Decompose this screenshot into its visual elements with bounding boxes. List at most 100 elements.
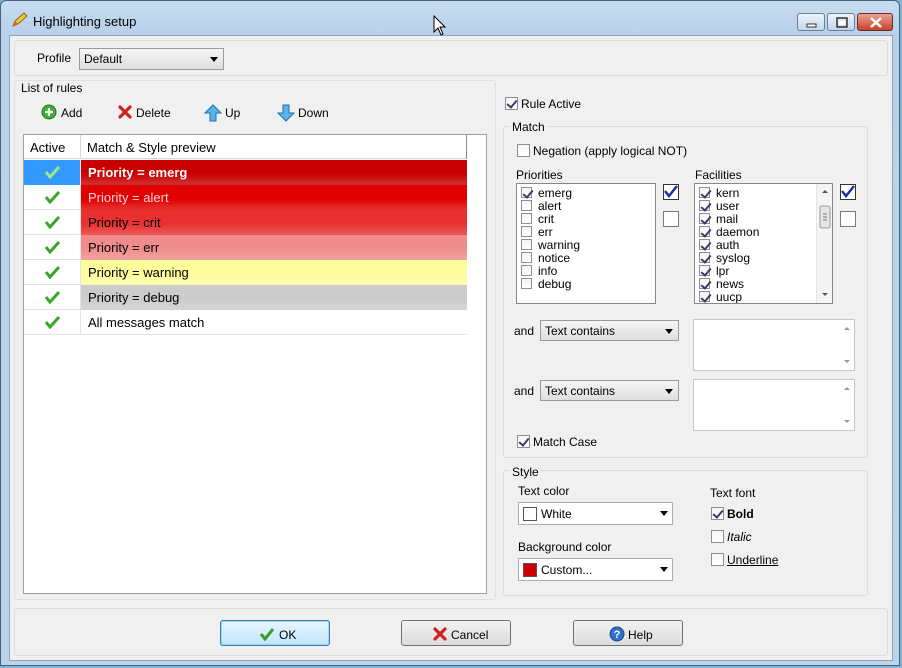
underline-checkbox[interactable] (711, 553, 724, 566)
rule-row[interactable]: All messages match (24, 310, 467, 335)
negation-label: Negation (apply logical NOT) (533, 144, 688, 158)
rule-active-cell[interactable] (24, 285, 81, 310)
facilities-label: Facilities (695, 168, 742, 182)
rule-active-cell[interactable] (24, 160, 81, 185)
rule-preview-cell: Priority = err (81, 235, 467, 260)
match-group-label: Match (510, 120, 547, 134)
rule-active-cell[interactable] (24, 185, 81, 210)
rule-active-cell[interactable] (24, 235, 81, 260)
rule-row[interactable]: Priority = err (24, 235, 467, 260)
rules-table-header: Active Match & Style preview (24, 135, 467, 159)
dialog-client-area: Profile Default List of rules Add Delete… (9, 35, 893, 661)
rule-row[interactable]: Priority = alert (24, 185, 467, 210)
select-all-priorities-button[interactable] (663, 184, 679, 200)
rules-table: Active Match & Style preview Priority = … (23, 134, 487, 594)
facility-checkbox[interactable] (699, 252, 710, 263)
background-color-value: Custom... (541, 563, 593, 577)
priority-checkbox[interactable] (521, 252, 532, 263)
priority-checkbox[interactable] (521, 278, 532, 289)
rule-active-checkbox[interactable] (505, 97, 518, 110)
rule-active-cell[interactable] (24, 260, 81, 285)
condition-2-operator-value: Text contains (545, 384, 616, 398)
cancel-button[interactable]: Cancel (401, 620, 511, 646)
clear-all-priorities-button[interactable] (663, 211, 679, 227)
priority-checkbox[interactable] (521, 226, 532, 237)
priority-label: notice (538, 251, 571, 265)
chevron-down-icon (660, 567, 668, 572)
facility-checkbox[interactable] (699, 278, 710, 289)
up-label: Up (225, 106, 241, 120)
rule-row[interactable]: Priority = warning (24, 260, 467, 285)
priority-label: crit (538, 212, 554, 226)
italic-checkbox[interactable] (711, 530, 724, 543)
checkmark-icon (841, 185, 855, 199)
priority-checkbox[interactable] (521, 200, 532, 211)
background-color-swatch (523, 563, 537, 577)
condition-1-text-input[interactable] (693, 319, 855, 371)
maximize-button[interactable] (827, 13, 855, 31)
priority-checkbox[interactable] (521, 265, 532, 276)
condition-2-operator-select[interactable]: Text contains (540, 380, 679, 401)
title-bar[interactable]: Highlighting setup (1, 1, 899, 35)
ok-button[interactable]: OK (220, 620, 330, 646)
text-color-select[interactable]: White (518, 502, 673, 525)
priorities-list[interactable]: emerg alert crit err warning notice info debug (516, 183, 656, 304)
close-icon (870, 17, 882, 28)
condition-2-text-input[interactable] (693, 379, 855, 431)
add-rule-button[interactable]: Add (41, 102, 91, 124)
priority-label: err (538, 225, 553, 239)
condition-1-and-label: and (514, 324, 535, 338)
facility-checkbox[interactable] (699, 226, 710, 237)
priority-checkbox[interactable] (521, 239, 532, 250)
chevron-down-icon (665, 329, 673, 334)
rule-active-cell[interactable] (24, 310, 81, 335)
rule-row[interactable]: Priority = emerg (24, 160, 467, 185)
svg-text:?: ? (614, 629, 621, 641)
priority-label: info (538, 264, 558, 278)
clear-all-facilities-button[interactable] (840, 211, 856, 227)
profile-select[interactable]: Default (79, 48, 224, 70)
rule-preview-cell: Priority = emerg (81, 160, 467, 185)
profile-bar: Profile Default (14, 40, 888, 76)
condition-1-operator-select[interactable]: Text contains (540, 320, 679, 341)
facility-label: kern (716, 186, 740, 200)
profile-label: Profile (37, 51, 72, 65)
arrow-up-icon (204, 104, 222, 122)
select-all-facilities-button[interactable] (840, 184, 856, 200)
facility-checkbox[interactable] (699, 291, 710, 302)
rules-group-label: List of rules (21, 81, 83, 95)
checkmark-icon (44, 290, 61, 304)
maximize-icon (836, 17, 848, 28)
priority-checkbox[interactable] (521, 213, 532, 224)
text-color-label: Text color (518, 484, 570, 498)
facilities-scrollbar[interactable] (816, 184, 832, 303)
facilities-list[interactable]: kern user mail daemon auth syslog lpr news uucp (694, 183, 833, 304)
scrollbar-arrows-icon (819, 190, 831, 296)
close-button[interactable] (857, 13, 893, 31)
rule-preview-cell: Priority = alert (81, 185, 467, 210)
rule-active-cell[interactable] (24, 210, 81, 235)
rule-row[interactable]: Priority = debug (24, 285, 467, 310)
minimize-button[interactable] (797, 13, 825, 31)
rule-row[interactable]: Priority = crit (24, 210, 467, 235)
help-button[interactable]: ? Help (573, 620, 683, 646)
minimize-icon (806, 23, 817, 28)
facility-checkbox[interactable] (699, 265, 710, 276)
background-color-label: Background color (518, 540, 612, 554)
facility-checkbox[interactable] (699, 239, 710, 250)
facility-checkbox[interactable] (699, 187, 710, 198)
delete-rule-button[interactable]: Delete (117, 102, 177, 124)
bold-label: Bold (727, 507, 754, 521)
move-down-button[interactable]: Down (277, 102, 337, 124)
match-case-checkbox[interactable] (517, 435, 530, 448)
arrow-down-icon (277, 104, 295, 122)
facility-checkbox[interactable] (699, 200, 710, 211)
bold-checkbox[interactable] (711, 507, 724, 520)
facility-checkbox[interactable] (699, 213, 710, 224)
column-active-header[interactable]: Active (24, 135, 81, 159)
negation-checkbox[interactable] (517, 144, 530, 157)
background-color-select[interactable]: Custom... (518, 558, 673, 581)
column-preview-header[interactable]: Match & Style preview (81, 135, 467, 159)
move-up-button[interactable]: Up (204, 102, 249, 124)
priority-checkbox[interactable] (521, 187, 532, 198)
